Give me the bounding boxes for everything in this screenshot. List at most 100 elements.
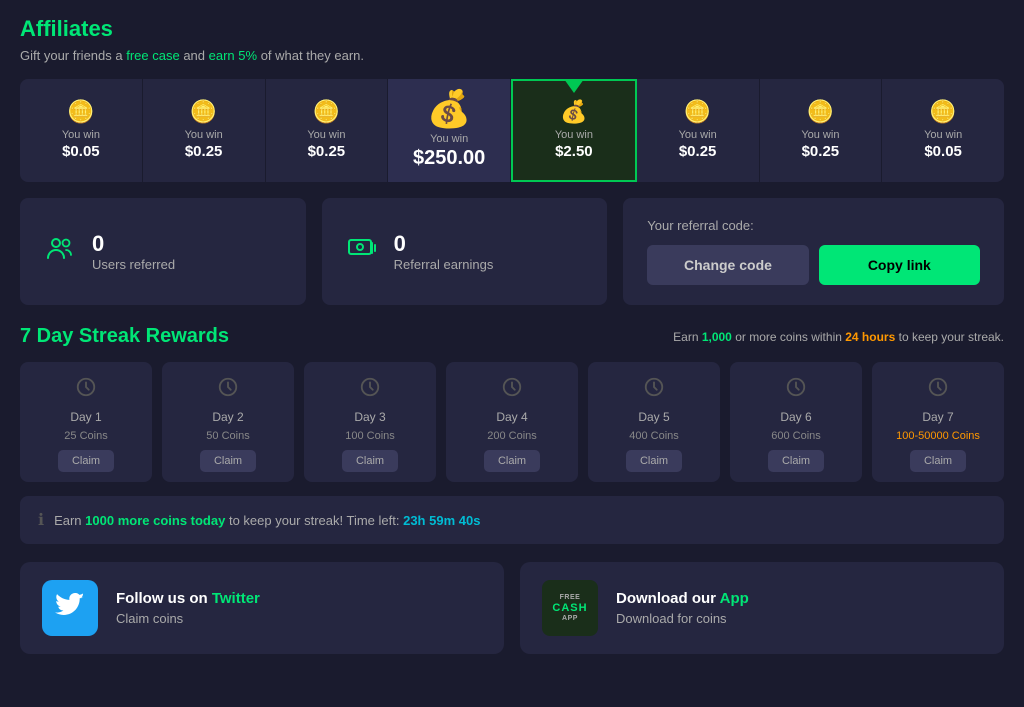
prize-item-4: 💰 You win $250.00 bbox=[388, 79, 511, 182]
subtitle-free-case: free case bbox=[126, 48, 179, 63]
app-label-hl: App bbox=[720, 590, 749, 607]
badge-label-top: FREE bbox=[560, 594, 581, 601]
prize-track: 🪙 You win $0.05 🪙 You win $0.25 🪙 You wi… bbox=[20, 79, 1004, 182]
prize-label-1: You win bbox=[62, 129, 100, 141]
day-label-7: Day 7 bbox=[922, 410, 953, 424]
referral-earnings-label: Referral earnings bbox=[394, 257, 494, 272]
day-label-2: Day 2 bbox=[212, 410, 243, 424]
subtitle-suffix: of what they earn. bbox=[261, 48, 364, 63]
day-card-2: Day 2 50 Coins Claim bbox=[162, 362, 294, 482]
prize-item-2: 🪙 You win $0.25 bbox=[143, 79, 266, 182]
day-coins-1: 25 Coins bbox=[64, 430, 107, 442]
referral-earnings-count: 0 bbox=[394, 231, 494, 257]
prize-label-4: You win bbox=[430, 133, 468, 145]
day-card-5: Day 5 400 Coins Claim bbox=[588, 362, 720, 482]
prize-icon-8: 🪙 bbox=[929, 101, 956, 123]
clock-icon-day-5 bbox=[643, 376, 665, 404]
app-cta-card[interactable]: FREE CASH APP Download our App Download … bbox=[520, 562, 1004, 654]
app-text: Download our App Download for coins bbox=[616, 590, 749, 626]
twitter-cta-card[interactable]: Follow us on Twitter Claim coins bbox=[20, 562, 504, 654]
badge-label-mid: CASH bbox=[552, 602, 587, 614]
day-label-6: Day 6 bbox=[780, 410, 811, 424]
streak-info-bar: ℹ Earn 1000 more coins today to keep you… bbox=[20, 496, 1004, 544]
streak-hint-num: 1,000 bbox=[702, 330, 732, 344]
clock-icon-day-2 bbox=[217, 376, 239, 404]
subtitle-mid: and bbox=[183, 48, 208, 63]
subtitle-prefix: Gift your friends a bbox=[20, 48, 126, 63]
referral-code-box: Your referral code: Change code Copy lin… bbox=[623, 198, 1004, 305]
day-label-5: Day 5 bbox=[638, 410, 669, 424]
claim-button-day-1[interactable]: Claim bbox=[58, 450, 114, 472]
prize-label-5: You win bbox=[555, 129, 593, 141]
earnings-icon bbox=[346, 232, 378, 271]
app-sub-label: Download for coins bbox=[616, 611, 749, 626]
claim-button-day-4[interactable]: Claim bbox=[484, 450, 540, 472]
claim-button-day-5[interactable]: Claim bbox=[626, 450, 682, 472]
prize-icon-7: 🪙 bbox=[807, 101, 834, 123]
change-code-button[interactable]: Change code bbox=[647, 245, 808, 285]
copy-link-button[interactable]: Copy link bbox=[819, 245, 980, 285]
claim-button-day-3[interactable]: Claim bbox=[342, 450, 398, 472]
prize-label-2: You win bbox=[185, 129, 223, 141]
prize-item-1: 🪙 You win $0.05 bbox=[20, 79, 143, 182]
users-referred-label: Users referred bbox=[92, 257, 175, 272]
day-card-6: Day 6 600 Coins Claim bbox=[730, 362, 862, 482]
prize-label-3: You win bbox=[307, 129, 345, 141]
clock-icon-day-4 bbox=[501, 376, 523, 404]
streak-hint-suffix: to keep your streak. bbox=[899, 330, 1004, 344]
claim-button-day-7[interactable]: Claim bbox=[910, 450, 966, 472]
prize-amount-4: $250.00 bbox=[413, 147, 485, 170]
claim-button-day-2[interactable]: Claim bbox=[200, 450, 256, 472]
referral-buttons: Change code Copy link bbox=[647, 245, 980, 285]
users-referred-box: 0 Users referred bbox=[20, 198, 306, 305]
prize-amount-1: $0.05 bbox=[62, 143, 100, 160]
subtitle-earn-pct: earn 5% bbox=[209, 48, 257, 63]
streak-info-time-hl: 23h 59m 40s bbox=[403, 513, 480, 528]
twitter-sub-label: Claim coins bbox=[116, 611, 260, 626]
streak-info-earn-hl: 1000 more coins today bbox=[85, 513, 225, 528]
referral-earnings-box: 0 Referral earnings bbox=[322, 198, 608, 305]
day-label-3: Day 3 bbox=[354, 410, 385, 424]
clock-icon-day-7 bbox=[927, 376, 949, 404]
day-card-3: Day 3 100 Coins Claim bbox=[304, 362, 436, 482]
prize-icon-1: 🪙 bbox=[67, 101, 94, 123]
streak-info-prefix: Earn bbox=[54, 513, 85, 528]
day-card-4: Day 4 200 Coins Claim bbox=[446, 362, 578, 482]
streak-hint-prefix: Earn bbox=[673, 330, 702, 344]
streak-hint-mid: or more coins within bbox=[735, 330, 845, 344]
twitter-text: Follow us on Twitter Claim coins bbox=[116, 590, 260, 626]
prize-item-3: 🪙 You win $0.25 bbox=[266, 79, 389, 182]
prize-amount-2: $0.25 bbox=[185, 143, 223, 160]
streak-info-text: Earn 1000 more coins today to keep your … bbox=[54, 513, 480, 528]
twitter-icon-box bbox=[42, 580, 98, 636]
prize-item-8: 🪙 You win $0.05 bbox=[882, 79, 1004, 182]
prize-amount-7: $0.25 bbox=[802, 143, 840, 160]
day-card-1: Day 1 25 Coins Claim bbox=[20, 362, 152, 482]
prize-icon-4: 💰 bbox=[427, 91, 472, 127]
prize-icon-3: 🪙 bbox=[313, 101, 340, 123]
twitter-label-hl: Twitter bbox=[212, 590, 260, 607]
streak-hint-time: 24 hours bbox=[845, 330, 895, 344]
prize-icon-6: 🪙 bbox=[684, 101, 711, 123]
prize-arrow-indicator bbox=[564, 79, 584, 93]
app-main-label: Download our App bbox=[616, 590, 749, 607]
day-label-1: Day 1 bbox=[70, 410, 101, 424]
day-coins-6: 600 Coins bbox=[771, 430, 821, 442]
streak-days: Day 1 25 Coins Claim Day 2 50 Coins Clai… bbox=[20, 362, 1004, 482]
prize-icon-2: 🪙 bbox=[190, 101, 217, 123]
day-card-7: Day 7 100-50000 Coins Claim bbox=[872, 362, 1004, 482]
prize-item-7: 🪙 You win $0.25 bbox=[760, 79, 883, 182]
clock-icon-day-3 bbox=[359, 376, 381, 404]
prize-label-6: You win bbox=[679, 129, 717, 141]
streak-info-mid: to keep your streak! Time left: bbox=[229, 513, 403, 528]
app-label-prefix: Download our bbox=[616, 590, 720, 607]
twitter-label-prefix: Follow us on bbox=[116, 590, 212, 607]
referral-label: Your referral code: bbox=[647, 218, 980, 233]
app-badge: FREE CASH APP bbox=[542, 580, 598, 636]
day-coins-2: 50 Coins bbox=[206, 430, 249, 442]
page-container: Affiliates Gift your friends a free case… bbox=[0, 0, 1024, 670]
claim-button-day-6[interactable]: Claim bbox=[768, 450, 824, 472]
prize-label-8: You win bbox=[924, 129, 962, 141]
streak-header: 7 Day Streak Rewards Earn 1,000 or more … bbox=[20, 325, 1004, 348]
prize-slider: 🪙 You win $0.05 🪙 You win $0.25 🪙 You wi… bbox=[20, 79, 1004, 182]
